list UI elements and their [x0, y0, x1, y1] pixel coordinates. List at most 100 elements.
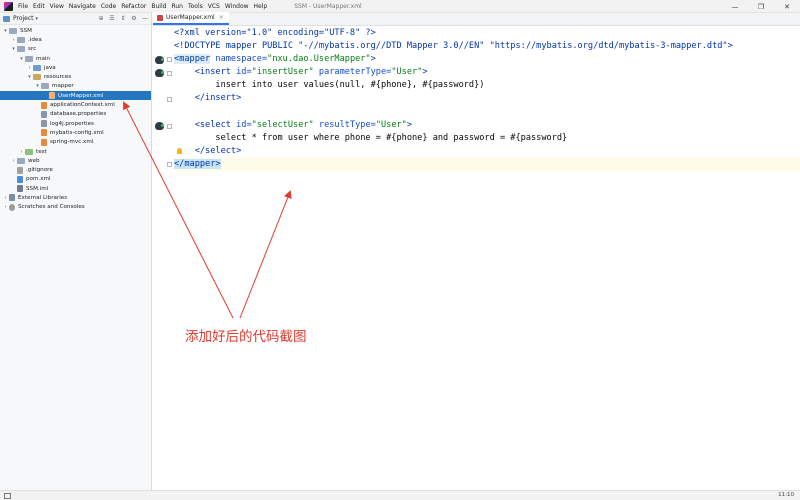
- mybatis-bird-icon[interactable]: [155, 56, 164, 64]
- menu-navigate[interactable]: Navigate: [69, 3, 96, 10]
- tree-item-scratches-and-consoles[interactable]: › Scratches and Consoles: [0, 203, 151, 212]
- tree-item-label: log4j.properties: [50, 120, 94, 127]
- menu-view[interactable]: View: [50, 3, 64, 10]
- minimize-button[interactable]: —: [722, 3, 748, 11]
- chevron-right-icon[interactable]: ›: [2, 204, 9, 210]
- chevron-down-icon[interactable]: ▾: [36, 16, 39, 22]
- fold-icon[interactable]: [167, 97, 172, 102]
- menu-run[interactable]: Run: [171, 3, 183, 10]
- project-header-tools: ⊕ ☰ ⇕ ⚙ —: [94, 13, 149, 25]
- chevron-right-icon[interactable]: ›: [26, 65, 33, 71]
- gear-icon[interactable]: ⚙: [130, 15, 138, 23]
- fold-icon[interactable]: [167, 57, 172, 62]
- chevron-down-icon[interactable]: ▾: [10, 46, 17, 52]
- code-line: <!DOCTYPE mapper PUBLIC "-//mybatis.org/…: [174, 40, 800, 53]
- project-view-selector[interactable]: Project: [13, 15, 34, 22]
- tree-item-java-folder[interactable]: › java: [0, 63, 151, 72]
- code-line: <mapper namespace="nxu.dao.UserMapper">: [174, 53, 800, 66]
- xml-declaration: <?xml version="1.0" encoding="UTF-8" ?>: [174, 28, 376, 38]
- tree-item-ssm-iml-file[interactable]: SSM.iml: [0, 184, 151, 193]
- menu-refactor[interactable]: Refactor: [121, 3, 146, 10]
- menu-vcs[interactable]: VCS: [208, 3, 220, 10]
- window-controls: — ❐ ✕: [722, 0, 800, 13]
- chevron-down-icon[interactable]: ▾: [18, 56, 25, 62]
- chevron-down-icon[interactable]: ▾: [26, 74, 33, 80]
- folder-icon: [17, 46, 25, 53]
- chevron-right-icon[interactable]: ›: [10, 37, 17, 43]
- menu-window[interactable]: Window: [225, 3, 249, 10]
- tree-item-mapper-folder[interactable]: ▾ mapper: [0, 82, 151, 91]
- chevron-right-icon[interactable]: ›: [10, 158, 17, 164]
- code-token: >: [215, 158, 221, 169]
- file-icon: [49, 92, 55, 100]
- namespace-value: "nxu.dao.UserMapper": [267, 54, 371, 65]
- menu-code[interactable]: Code: [101, 3, 116, 10]
- tree-item-label: main: [36, 55, 50, 62]
- chevron-down-icon[interactable]: ▾: [34, 83, 41, 89]
- tree-item-label: mybatis-config.xml: [50, 129, 104, 136]
- hide-panel-icon[interactable]: —: [141, 15, 149, 23]
- mybatis-bird-icon[interactable]: [155, 69, 164, 77]
- fold-icon[interactable]: [167, 124, 172, 129]
- tree-item-web-folder[interactable]: › web: [0, 156, 151, 165]
- restore-button[interactable]: ❐: [748, 3, 774, 11]
- editor-gutter: [153, 27, 173, 490]
- status-bar: 11:10: [0, 490, 800, 500]
- tree-item-database-properties-file[interactable]: database.properties: [0, 110, 151, 119]
- tree-item-project-root[interactable]: ▾ SSM: [0, 26, 151, 35]
- chevron-right-icon[interactable]: ›: [18, 149, 25, 155]
- menu-file[interactable]: File: [18, 3, 28, 10]
- menu-tools[interactable]: Tools: [188, 3, 203, 10]
- menu-edit[interactable]: Edit: [33, 3, 45, 10]
- close-window-button[interactable]: ✕: [774, 3, 800, 11]
- menu-help[interactable]: Help: [254, 3, 268, 10]
- folder-icon: [9, 27, 17, 34]
- code-line: insert into user values(null, #{phone}, …: [174, 79, 800, 92]
- tree-item-label: resources: [44, 74, 72, 81]
- file-icon: [41, 120, 47, 128]
- tree-item-spring-mvc-file[interactable]: spring-mvc.xml: [0, 138, 151, 147]
- close-icon[interactable]: ×: [219, 14, 224, 21]
- tree-item-gitignore-file[interactable]: .gitignore: [0, 165, 151, 174]
- tree-item-resources-folder[interactable]: ▾ resources: [0, 72, 151, 81]
- project-view-icon: [3, 15, 10, 22]
- tree-item-pom-file[interactable]: pom.xml: [0, 175, 151, 184]
- tree-item-label: web: [28, 157, 40, 164]
- tree-item-external-libraries[interactable]: › External Libraries: [0, 193, 151, 202]
- collapse-all-icon[interactable]: ☰: [108, 15, 116, 23]
- menu-build[interactable]: Build: [151, 3, 166, 10]
- tree-item-usermapper-file[interactable]: UserMapper.xml: [0, 91, 151, 101]
- tab-usermapper-xml[interactable]: UserMapper.xml ×: [153, 12, 229, 25]
- fold-icon[interactable]: [167, 162, 172, 167]
- intellij-logo-icon: [4, 1, 13, 11]
- code-token: resultType=: [313, 119, 376, 130]
- tree-item-src-folder[interactable]: ▾ src: [0, 45, 151, 54]
- file-icon: [17, 166, 23, 174]
- insert-sql: insert into user values(null, #{phone}, …: [174, 80, 485, 91]
- expand-all-icon[interactable]: ⇕: [119, 15, 127, 23]
- tree-item-idea-folder[interactable]: › .idea: [0, 35, 151, 44]
- folder-icon: [17, 36, 25, 43]
- tree-item-main-folder[interactable]: ▾ main: [0, 54, 151, 63]
- locate-file-icon[interactable]: ⊕: [97, 15, 105, 23]
- chevron-right-icon[interactable]: ›: [2, 195, 9, 201]
- tree-item-log4j-properties-file[interactable]: log4j.properties: [0, 119, 151, 128]
- tree-item-label: database.properties: [50, 111, 107, 118]
- fold-icon[interactable]: [167, 71, 172, 76]
- tree-item-test-folder[interactable]: › test: [0, 147, 151, 156]
- window-title: SSM - UserMapper.xml: [294, 2, 362, 10]
- tree-item-mybatis-config-file[interactable]: mybatis-config.xml: [0, 128, 151, 137]
- mybatis-bird-icon[interactable]: [155, 122, 164, 130]
- toggle-tool-windows-icon[interactable]: [4, 492, 11, 499]
- code-editor[interactable]: <?xml version="1.0" encoding="UTF-8" ?> …: [153, 27, 800, 490]
- file-icon: [9, 203, 15, 211]
- folder-icon: [33, 74, 41, 81]
- file-icon: [9, 194, 15, 202]
- file-icon: [41, 129, 47, 137]
- insert-close-tag: </insert>: [174, 93, 242, 104]
- select-close-tag: </select>: [174, 145, 242, 156]
- code-token: >: [422, 67, 428, 78]
- code-line: </insert>: [174, 92, 800, 105]
- tree-item-applicationcontext-file[interactable]: applicationContext.xml: [0, 100, 151, 109]
- chevron-down-icon[interactable]: ▾: [2, 28, 9, 34]
